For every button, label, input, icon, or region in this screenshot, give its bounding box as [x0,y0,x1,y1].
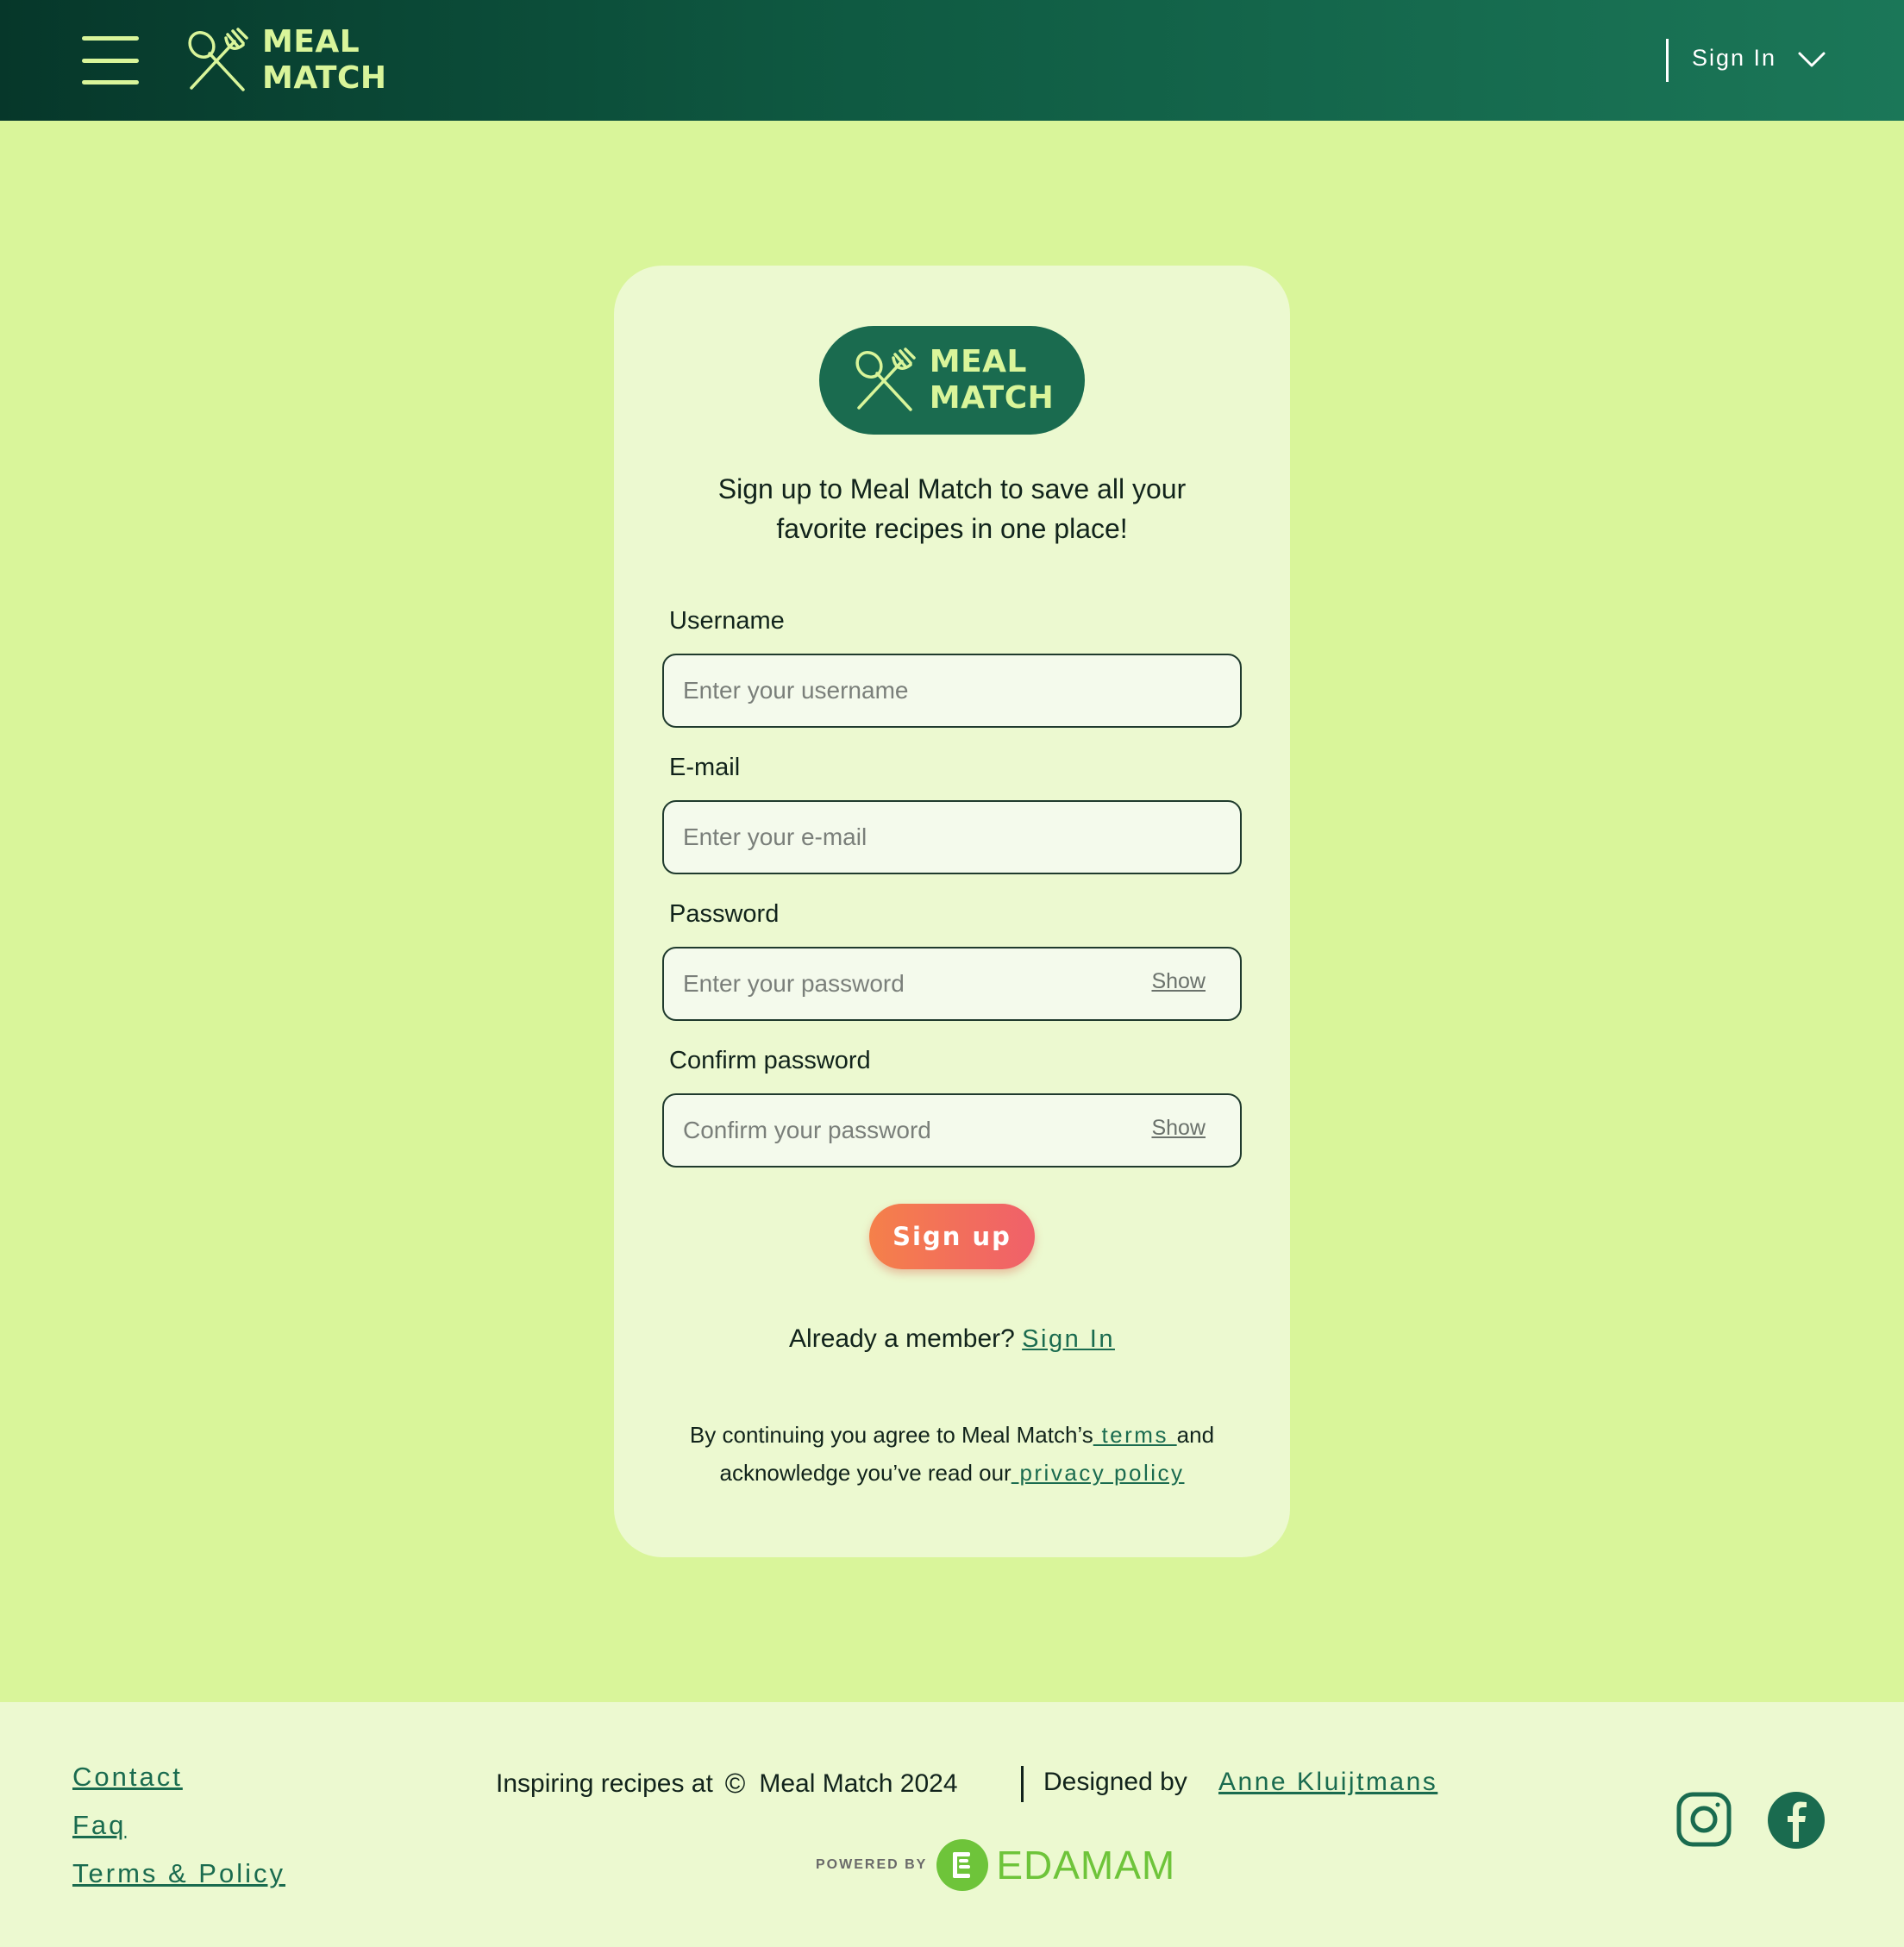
edamam-logo-icon [936,1839,989,1891]
copyright-prefix: Inspiring recipes at [496,1769,713,1798]
card-sign-in-link[interactable]: Sign In [1022,1325,1115,1353]
header-sign-in-link[interactable]: Sign In [1692,45,1776,72]
copyright-icon: © [724,1768,746,1799]
badge-line-2: MATCH [929,380,1055,416]
legal-notice: By continuing you agree to Meal Match’s … [657,1416,1247,1492]
already-member-line: Already a member? Sign In [614,1324,1290,1354]
legal-line-2: acknowledge you’ve read our privacy poli… [657,1454,1247,1492]
intro-line-1: Sign up to Meal Match to save all your [717,473,1187,504]
footer: Contact Faq Terms & Policy Inspiring rec… [0,1702,1904,1947]
header-divider [1666,39,1669,82]
confirm-password-show-toggle[interactable]: Show [1151,1116,1206,1141]
badge-logo-text: MEAL MATCH [930,344,1055,416]
badge-line-1: MEAL [929,344,1027,379]
footer-links: Contact Faq Terms & Policy [72,1761,285,1890]
confirm-password-input[interactable] [683,1095,1166,1166]
privacy-policy-link[interactable]: privacy policy [1012,1460,1185,1486]
copyright: Inspiring recipes at © Meal Match 2024 [496,1768,958,1800]
email-label: E-mail [669,754,741,781]
legal-and: and [1176,1422,1215,1448]
powered-by-edamam[interactable]: POWERED BY EDAMAM [816,1838,1175,1892]
footer-faq-link[interactable]: Faq [72,1809,285,1842]
intro-line-2: favorite recipes in one place! [776,513,1128,544]
header-logo-text: MEAL MATCH [262,24,387,97]
card-logo-badge: MEAL MATCH [819,326,1085,435]
email-field [662,800,1242,874]
spoon-fork-icon [855,347,916,411]
sign-up-button[interactable]: Sign up [869,1204,1035,1269]
menu-bar [82,36,139,41]
hamburger-menu-icon[interactable] [82,36,139,85]
footer-terms-link[interactable]: Terms & Policy [72,1857,285,1890]
confirm-password-field: Show [662,1093,1242,1168]
password-input[interactable] [683,948,1166,1019]
menu-bar [82,80,139,85]
logo-line-2: MATCH [262,60,387,96]
email-input[interactable] [683,802,1166,873]
password-show-toggle[interactable]: Show [1151,969,1206,994]
signup-card: MEAL MATCH Sign up to Meal Match to save… [614,266,1290,1557]
password-label: Password [669,900,780,928]
powered-by-text: POWERED BY [816,1857,928,1872]
edamam-wordmark: EDAMAM [996,1843,1176,1888]
legal-line2-prefix: acknowledge you’ve read our [719,1460,1012,1486]
legal-prefix: By continuing you agree to Meal Match’s [689,1422,1093,1448]
footer-contact-link[interactable]: Contact [72,1761,285,1794]
top-navbar: MEAL MATCH Sign In [0,0,1904,121]
password-field: Show [662,947,1242,1021]
already-member-text: Already a member? [789,1324,1023,1353]
chevron-down-icon[interactable] [1797,48,1826,69]
spoon-fork-icon [188,28,248,91]
footer-divider [1021,1766,1024,1802]
designed-by-text: Designed by [1043,1768,1187,1796]
username-field [662,654,1242,728]
logo-line-1: MEAL [262,24,360,59]
terms-link[interactable]: terms [1093,1422,1177,1448]
designer-link[interactable]: Anne Kluijtmans [1218,1768,1437,1797]
signup-intro-text: Sign up to Meal Match to save all your f… [666,469,1238,548]
username-label: Username [669,607,785,635]
legal-line-1: By continuing you agree to Meal Match’s … [657,1416,1247,1454]
username-input[interactable] [683,655,1166,726]
menu-bar [82,58,139,63]
confirm-password-label: Confirm password [669,1047,871,1074]
copyright-suffix: Meal Match 2024 [759,1769,958,1798]
header-logo[interactable]: MEAL MATCH [183,24,387,97]
facebook-icon[interactable] [1768,1792,1825,1849]
instagram-icon[interactable] [1676,1792,1732,1847]
